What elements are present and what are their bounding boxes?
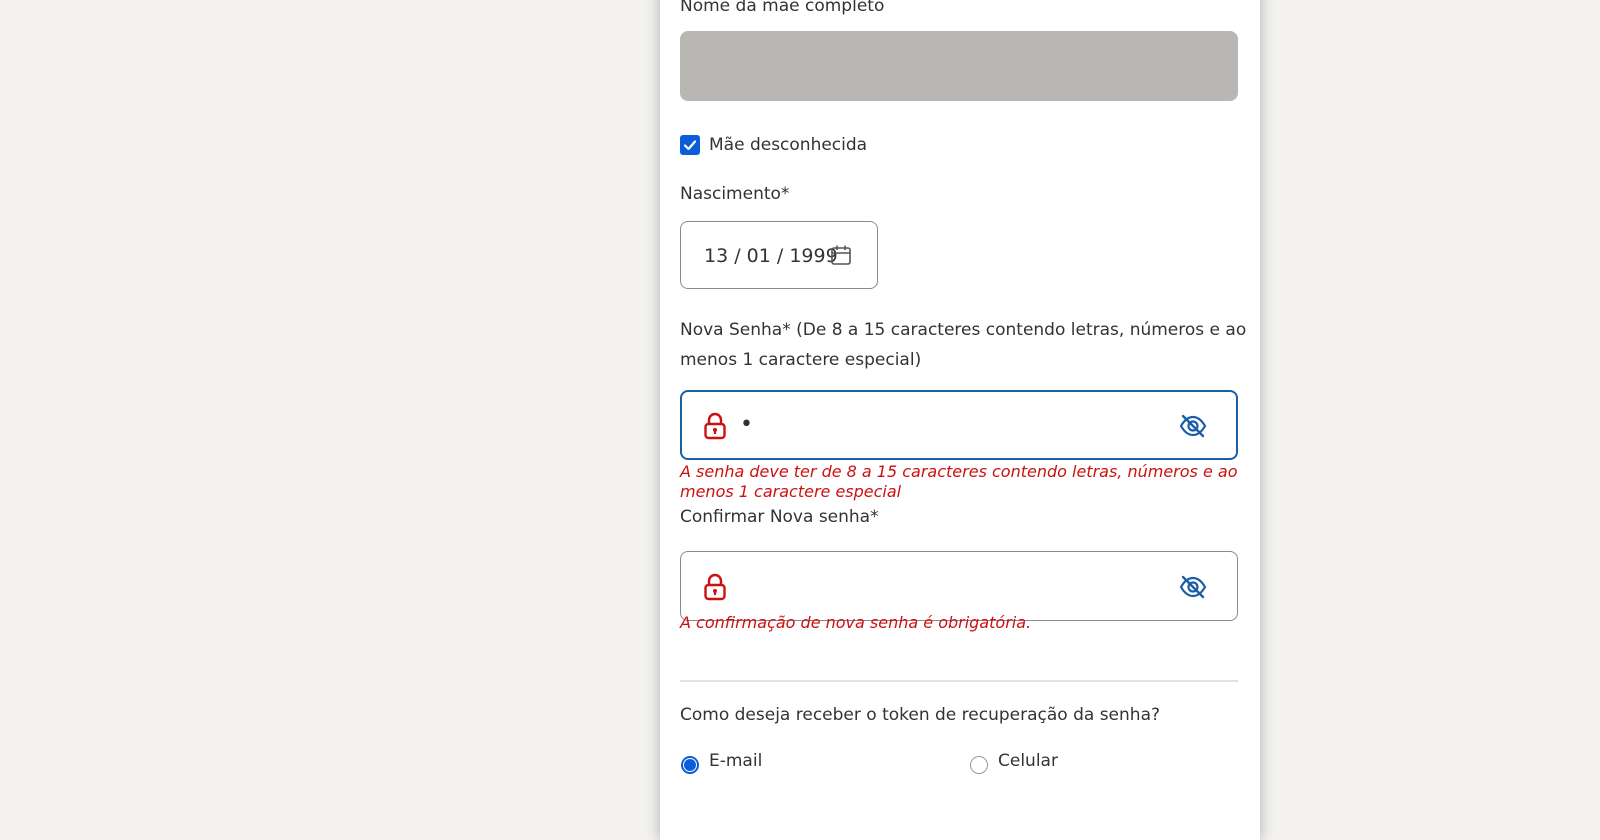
mother-name-label: Nome da mãe completo xyxy=(680,0,885,16)
lock-icon xyxy=(704,573,726,601)
birth-date-value: 13 / 01 / 1999 xyxy=(704,245,838,267)
new-password-value: • xyxy=(740,412,753,437)
eye-slash-icon[interactable] xyxy=(1179,574,1207,600)
token-question: Como deseja receber o token de recuperaç… xyxy=(680,705,1161,725)
eye-slash-icon[interactable] xyxy=(1179,413,1207,439)
birth-label: Nascimento* xyxy=(680,184,790,204)
check-icon xyxy=(683,140,697,151)
new-password-label-line1: Nova Senha* (De 8 a 15 caracteres conten… xyxy=(680,320,1247,340)
radio-email-label[interactable]: E-mail xyxy=(709,746,762,776)
radio-celular-label[interactable]: Celular xyxy=(998,746,1058,776)
form-card: Nome da mãe completo Mãe desconhecida Na… xyxy=(660,0,1260,840)
new-password-error-line2: menos 1 caractere especial xyxy=(680,482,902,501)
new-password-label-line2: menos 1 caractere especial) xyxy=(680,350,922,370)
mother-unknown-label[interactable]: Mãe desconhecida xyxy=(709,130,867,160)
radio-celular[interactable] xyxy=(970,756,988,774)
lock-icon xyxy=(704,412,726,440)
birth-date-input[interactable]: 13 / 01 / 1999 xyxy=(680,221,878,289)
mother-unknown-checkbox[interactable] xyxy=(680,135,700,155)
divider xyxy=(680,680,1238,682)
mother-name-input xyxy=(680,31,1238,101)
confirm-password-input[interactable] xyxy=(680,551,1238,621)
radio-email[interactable] xyxy=(681,756,699,774)
confirm-password-error: A confirmação de nova senha é obrigatóri… xyxy=(680,613,1032,632)
new-password-input[interactable]: • xyxy=(680,390,1238,460)
calendar-icon[interactable] xyxy=(830,244,852,266)
confirm-password-label: Confirmar Nova senha* xyxy=(680,507,879,527)
new-password-error-line1: A senha deve ter de 8 a 15 caracteres co… xyxy=(680,462,1238,481)
